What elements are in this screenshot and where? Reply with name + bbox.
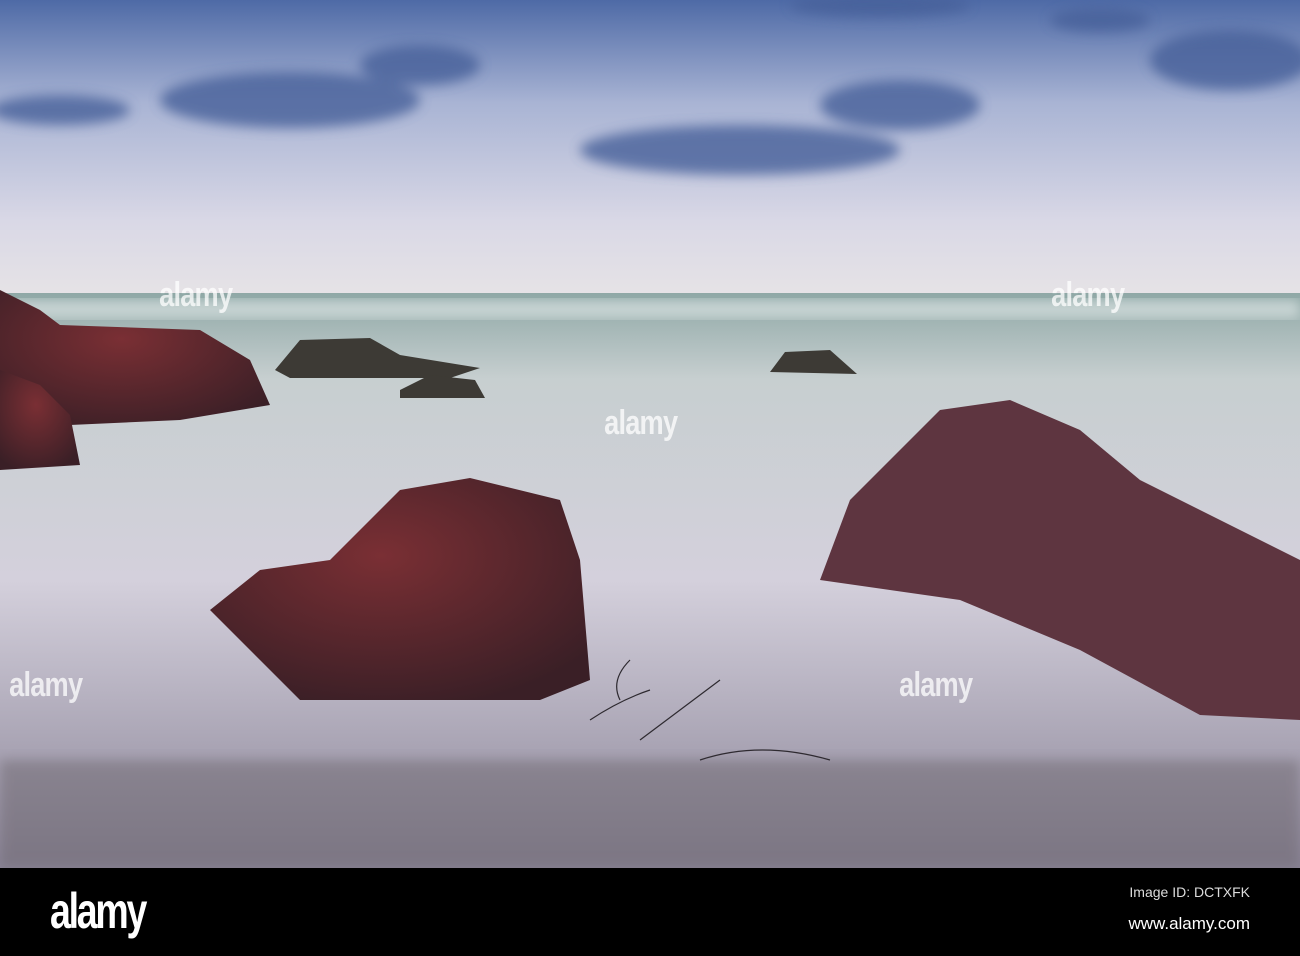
watermark: alamy (1051, 276, 1125, 314)
alamy-logo: alamy (50, 883, 147, 939)
watermark: alamy (159, 276, 233, 314)
site-url: www.alamy.com (1128, 914, 1250, 933)
footer-bar: alamy Image ID: DCTXFK www.alamy.com (0, 868, 1300, 956)
watermark: alamy (9, 666, 83, 704)
watermark: alamy (899, 666, 973, 704)
image-id: Image ID: DCTXFK (1129, 884, 1250, 900)
watermark: alamy (604, 404, 678, 442)
